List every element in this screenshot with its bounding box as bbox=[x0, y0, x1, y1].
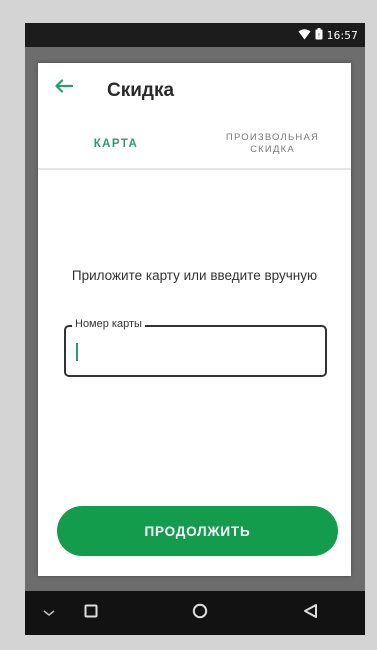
navigation-bar bbox=[25, 591, 365, 635]
recents-icon bbox=[84, 604, 98, 623]
card-number-label: Номер карты bbox=[72, 318, 145, 330]
tab-custom-discount-label: ПРОИЗВОЛЬНАЯ СКИДКА bbox=[225, 132, 320, 155]
tab-custom-discount[interactable]: ПРОИЗВОЛЬНАЯ СКИДКА bbox=[194, 118, 351, 170]
dialog-header: Скидка bbox=[38, 63, 351, 118]
status-time: 16:57 bbox=[326, 29, 358, 42]
svg-text:!: ! bbox=[318, 33, 320, 40]
device-frame: ! 16:57 Скидка КАРТА ПРОИЗВОЛЬНАЯ СКИДКА… bbox=[25, 23, 365, 635]
continue-button[interactable]: ПРОДОЛЖИТЬ bbox=[57, 506, 338, 556]
dialog-title: Скидка bbox=[107, 80, 175, 101]
status-icons: ! 16:57 bbox=[298, 28, 358, 43]
home-button[interactable] bbox=[178, 591, 222, 635]
tab-card[interactable]: КАРТА bbox=[38, 118, 194, 170]
wifi-icon bbox=[298, 28, 311, 43]
status-bar: ! 16:57 bbox=[25, 23, 365, 47]
back-button[interactable] bbox=[52, 76, 76, 100]
back-arrow-icon bbox=[55, 78, 74, 98]
card-number-field[interactable]: Номер карты bbox=[64, 318, 327, 377]
text-caret bbox=[76, 343, 78, 361]
keyboard-hide-icon bbox=[42, 604, 56, 622]
back-icon bbox=[303, 603, 318, 624]
card-prompt: Приложите карту или введите вручную bbox=[71, 268, 318, 283]
keyboard-hide-button[interactable] bbox=[27, 591, 71, 635]
back-nav-button[interactable] bbox=[288, 591, 332, 635]
tab-card-label: КАРТА bbox=[93, 138, 139, 150]
tab-bar: КАРТА ПРОИЗВОЛЬНАЯ СКИДКА bbox=[38, 118, 351, 170]
battery-icon: ! bbox=[315, 28, 323, 43]
recents-button[interactable] bbox=[69, 591, 113, 635]
discount-dialog: Скидка КАРТА ПРОИЗВОЛЬНАЯ СКИДКА Приложи… bbox=[38, 63, 351, 576]
home-icon bbox=[192, 603, 208, 624]
